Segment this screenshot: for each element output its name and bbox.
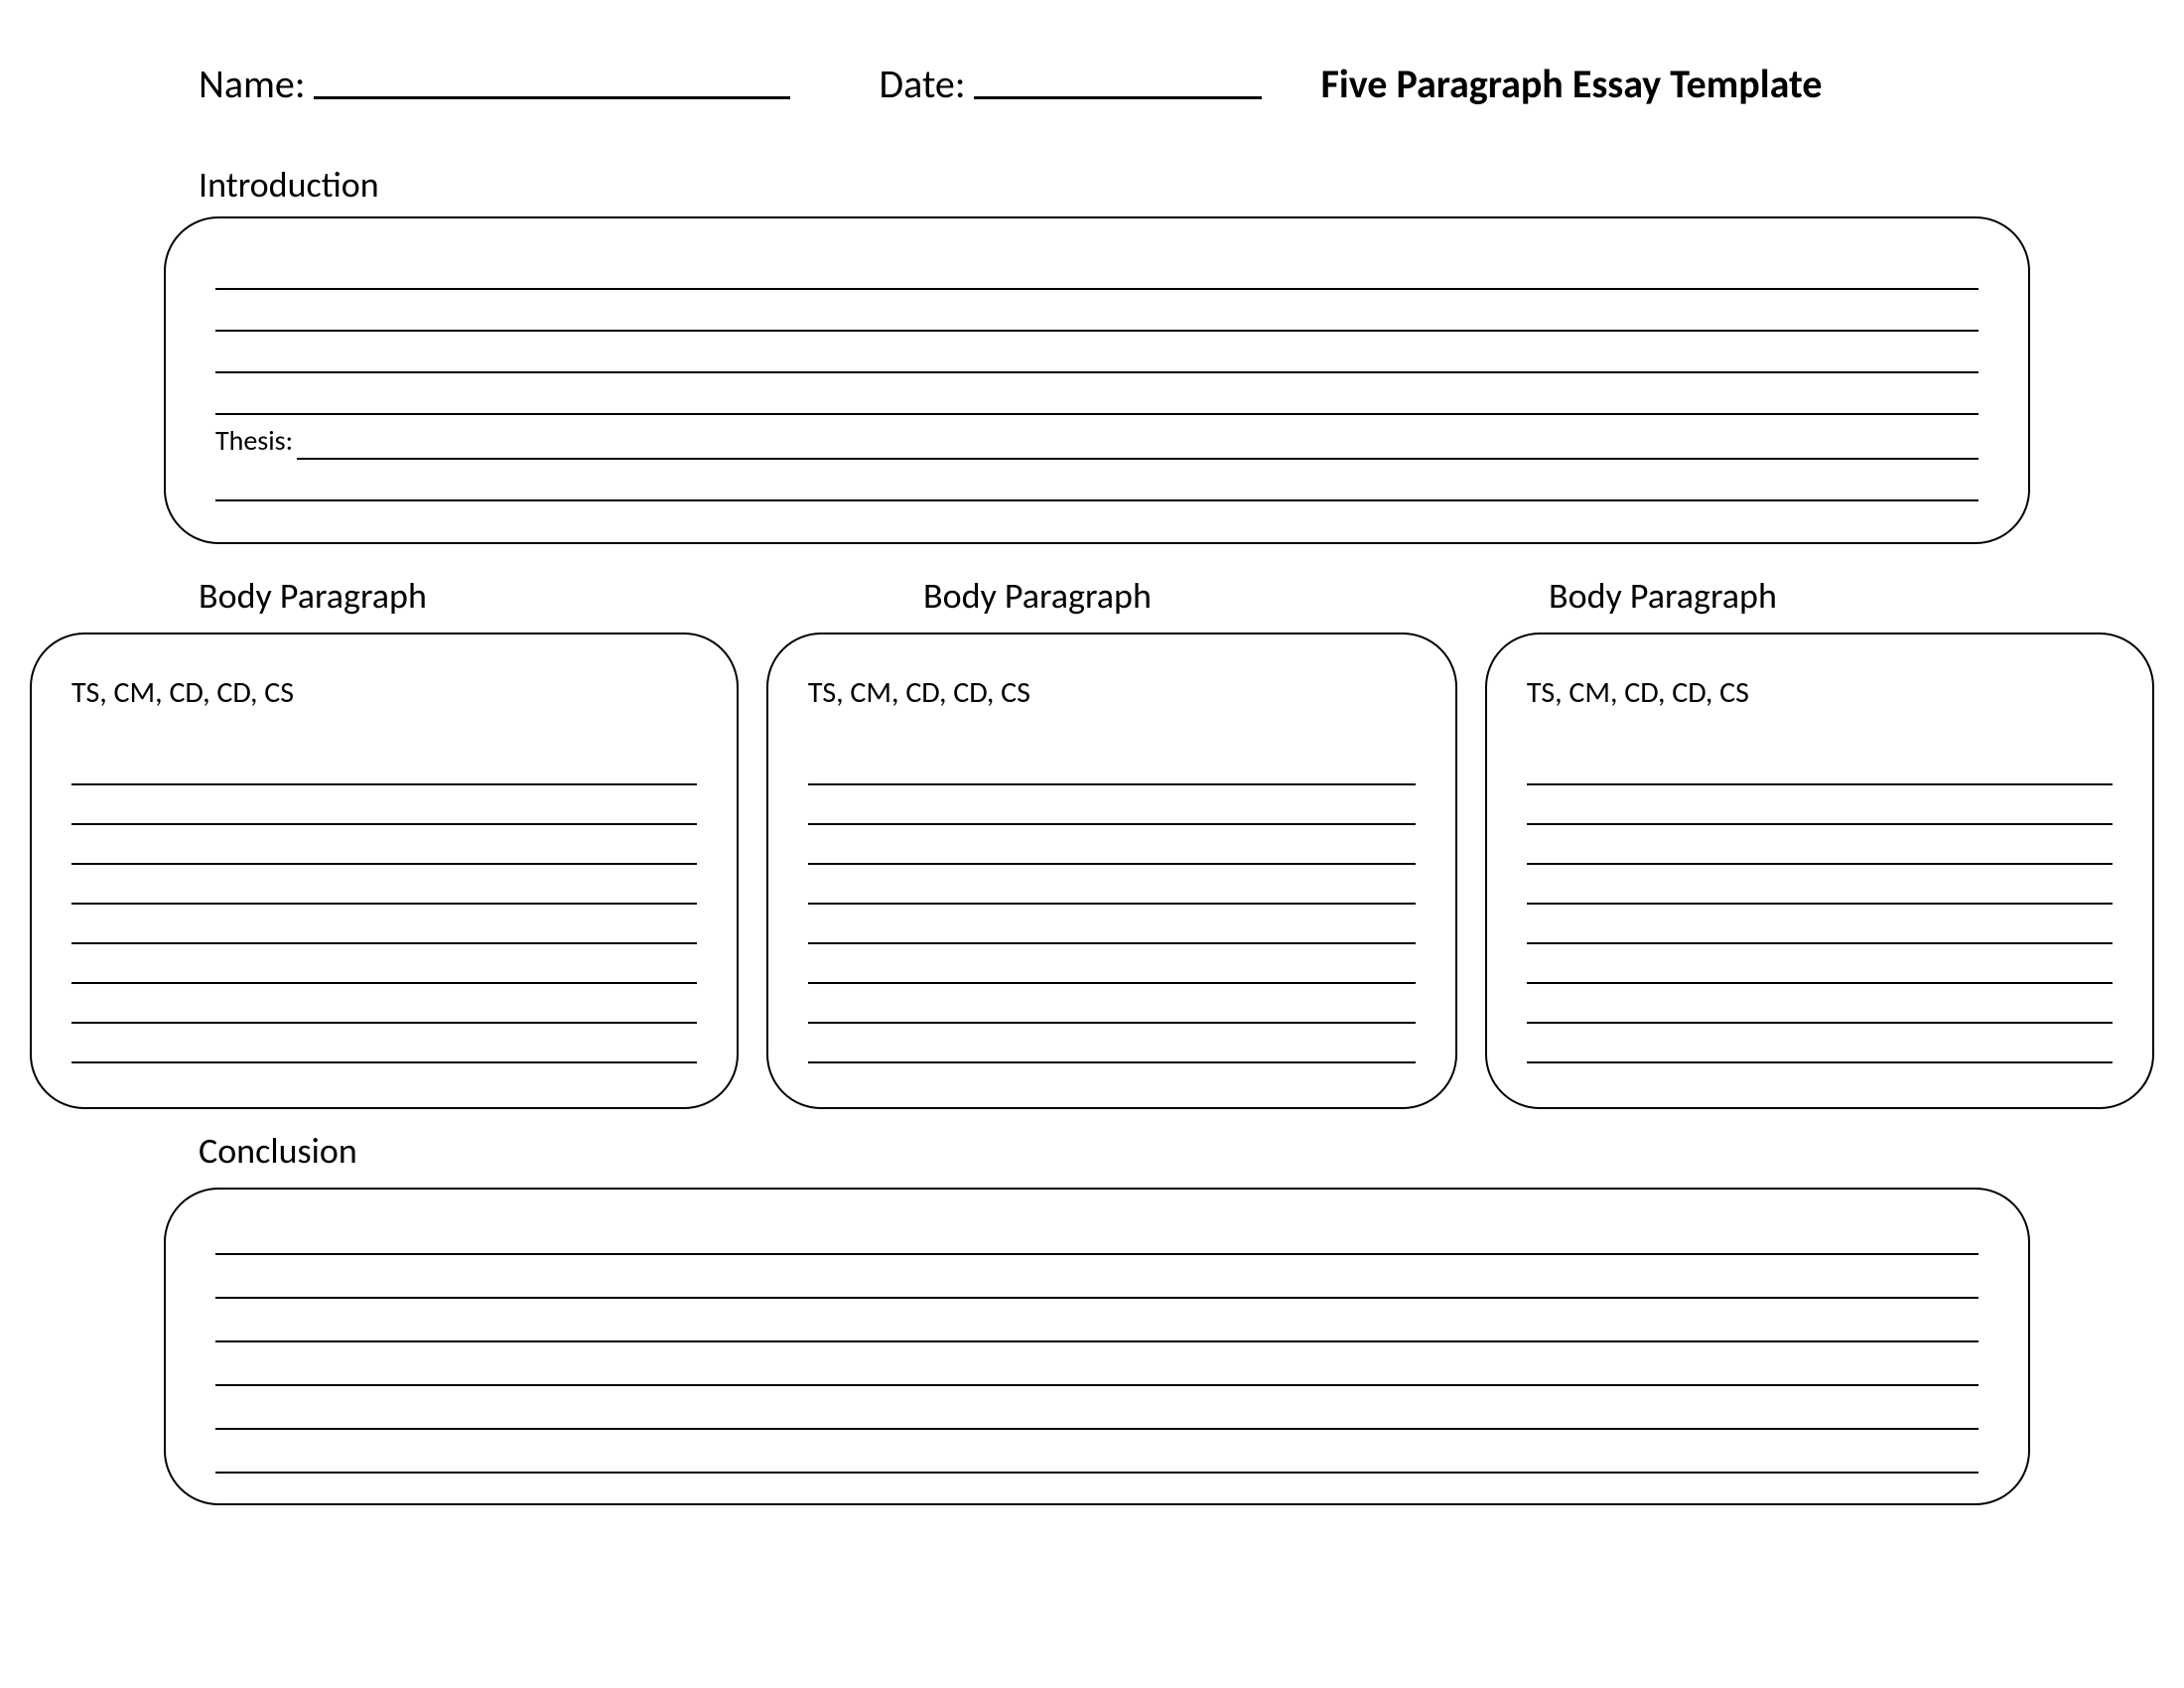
ts-label: TS, CM, CD, CD, CS	[71, 674, 697, 711]
intro-line[interactable]	[215, 373, 1979, 415]
body-line[interactable]	[71, 825, 697, 865]
page-title: Five Paragraph Essay Template	[1321, 60, 1823, 108]
ts-label: TS, CM, CD, CD, CS	[808, 674, 1416, 711]
conclusion-line[interactable]	[215, 1255, 1979, 1299]
body-line[interactable]	[71, 944, 697, 984]
body-labels-row: Body Paragraph Body Paragraph Body Parag…	[199, 574, 2154, 618]
thesis-line[interactable]	[215, 460, 1979, 501]
name-input-line[interactable]	[314, 70, 790, 99]
body-paragraphs-row: TS, CM, CD, CD, CS TS, CM, CD, CD, CS TS…	[30, 633, 2154, 1109]
body-box-2: TS, CM, CD, CD, CS	[766, 633, 1457, 1109]
body-line[interactable]	[71, 905, 697, 944]
body-line[interactable]	[1527, 746, 2113, 785]
conclusion-line[interactable]	[215, 1430, 1979, 1474]
header-row: Name: Date: Five Paragraph Essay Templat…	[199, 60, 2154, 108]
name-label: Name:	[199, 60, 306, 108]
body-paragraph-label-3: Body Paragraph	[1549, 574, 1777, 618]
thesis-label: Thesis:	[215, 423, 293, 460]
body-line[interactable]	[808, 746, 1416, 785]
body-line[interactable]	[808, 984, 1416, 1024]
body-line[interactable]	[71, 865, 697, 905]
body-line[interactable]	[71, 984, 697, 1024]
body-line[interactable]	[808, 785, 1416, 825]
conclusion-label: Conclusion	[199, 1129, 2154, 1173]
body-paragraph-label-2: Body Paragraph	[923, 574, 1549, 618]
body-line[interactable]	[1527, 1024, 2113, 1063]
introduction-label: Introduction	[199, 163, 2154, 207]
body-line[interactable]	[1527, 944, 2113, 984]
body-line[interactable]	[1527, 865, 2113, 905]
intro-line[interactable]	[215, 248, 1979, 290]
conclusion-line[interactable]	[215, 1211, 1979, 1255]
body-line[interactable]	[1527, 905, 2113, 944]
intro-line[interactable]	[215, 290, 1979, 332]
conclusion-line[interactable]	[215, 1386, 1979, 1430]
date-input-line[interactable]	[974, 70, 1262, 99]
intro-line[interactable]	[215, 332, 1979, 373]
body-line[interactable]	[1527, 984, 2113, 1024]
conclusion-line[interactable]	[215, 1299, 1979, 1342]
introduction-box: Thesis:	[164, 216, 2030, 544]
body-paragraph-label-1: Body Paragraph	[199, 574, 923, 618]
body-box-3: TS, CM, CD, CD, CS	[1485, 633, 2154, 1109]
body-line[interactable]	[808, 905, 1416, 944]
body-line[interactable]	[71, 785, 697, 825]
conclusion-line[interactable]	[215, 1342, 1979, 1386]
body-line[interactable]	[1527, 785, 2113, 825]
body-line[interactable]	[1527, 825, 2113, 865]
date-label: Date:	[880, 60, 966, 108]
body-line[interactable]	[71, 1024, 697, 1063]
body-line[interactable]	[71, 746, 697, 785]
body-line[interactable]	[808, 865, 1416, 905]
ts-label: TS, CM, CD, CD, CS	[1527, 674, 2113, 711]
body-box-1: TS, CM, CD, CD, CS	[30, 633, 739, 1109]
thesis-line[interactable]	[297, 428, 1979, 460]
body-line[interactable]	[808, 944, 1416, 984]
body-line[interactable]	[808, 1024, 1416, 1063]
body-line[interactable]	[808, 825, 1416, 865]
conclusion-box	[164, 1188, 2030, 1505]
